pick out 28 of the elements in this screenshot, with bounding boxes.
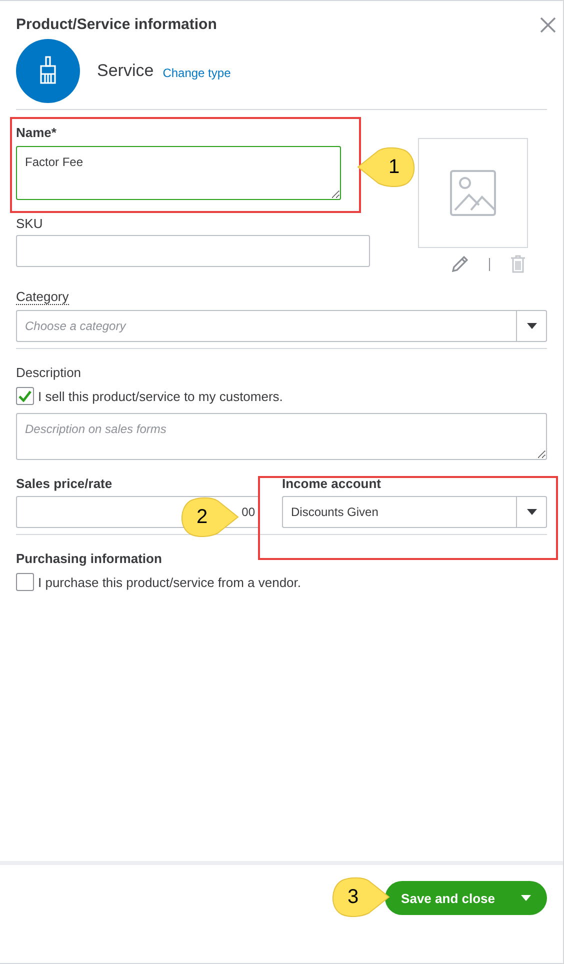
field-label: Description <box>16 365 82 380</box>
sku-field[interactable] <box>16 235 370 267</box>
field-label: Category <box>16 289 69 305</box>
paintbrush-icon <box>16 39 80 103</box>
item-type-label: Service <box>97 61 154 81</box>
image-upload-area[interactable] <box>418 138 528 248</box>
change-type-link[interactable]: Change type <box>162 66 231 80</box>
dialog-title: Product/Service information <box>16 16 217 33</box>
checkbox-label: I sell this product/service to my customers. <box>38 388 283 404</box>
checkbox-label: I purchase this product/service from a vendor. <box>38 574 302 590</box>
trash-icon[interactable] <box>510 255 526 273</box>
income-account-dropdown[interactable]: Discounts Given <box>282 496 547 528</box>
field-label: SKU <box>16 216 43 231</box>
close-icon[interactable] <box>540 16 556 32</box>
checkmark-icon <box>18 390 32 402</box>
field-label: Sales price/rate <box>16 476 112 491</box>
field-label: Income account <box>282 476 381 491</box>
field-label: Name* <box>16 125 56 140</box>
pencil-icon[interactable] <box>450 255 468 273</box>
caret-icon <box>521 895 531 901</box>
caret-icon <box>526 509 536 515</box>
field-label: Purchasing information <box>16 551 162 566</box>
checkbox[interactable] <box>16 573 34 591</box>
caret-icon <box>526 323 536 329</box>
name-field[interactable]: Factor Fee <box>16 146 341 200</box>
checkbox[interactable] <box>16 387 34 405</box>
description-field[interactable]: Description on sales forms <box>16 413 547 460</box>
image-icon <box>450 170 496 216</box>
